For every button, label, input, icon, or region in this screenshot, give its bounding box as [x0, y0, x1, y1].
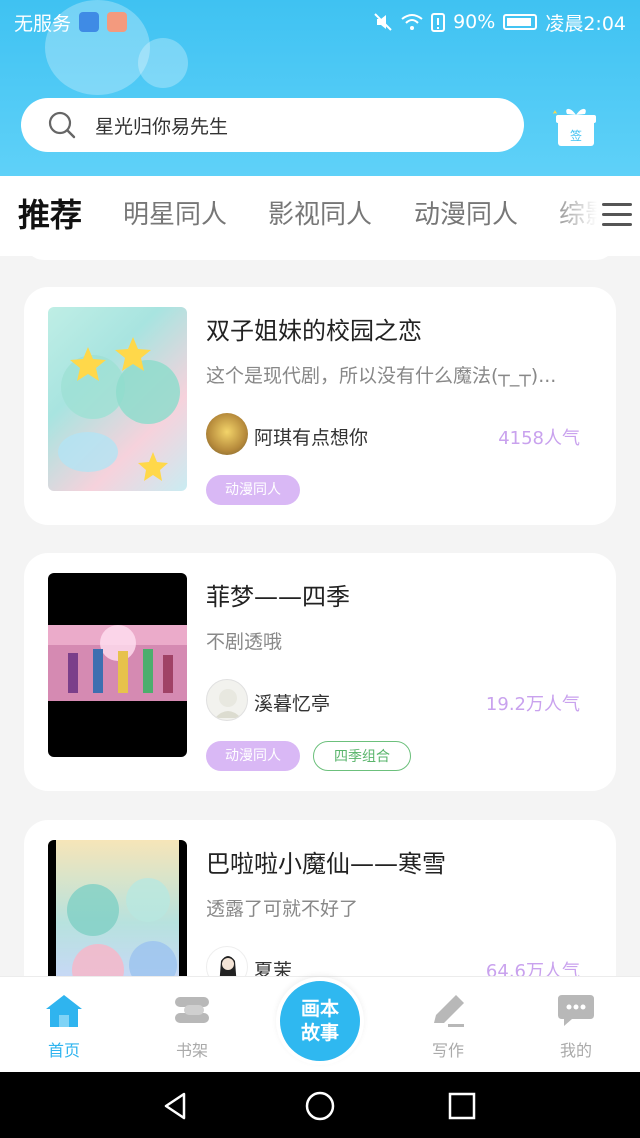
search-bar[interactable]: 星光归你易先生 [21, 98, 524, 152]
pencil-icon [434, 995, 464, 1027]
story-card[interactable]: 菲梦——四季 不剧透哦 溪暮忆亭 19.2万人气 动漫同人 四季组合 [24, 553, 616, 791]
story-description: 透露了可就不好了 [206, 898, 359, 920]
story-title: 菲梦——四季 [206, 583, 350, 611]
nav-bookshelf[interactable]: 书架 [152, 977, 232, 1073]
center-button-line1: 画本 [300, 998, 339, 1020]
nav-write[interactable]: 写作 [408, 977, 488, 1073]
recents-icon[interactable] [446, 1090, 478, 1122]
story-cover-image [48, 307, 187, 491]
author-name[interactable]: 溪暮忆亭 [254, 689, 330, 716]
gift-badge-text: 签 [570, 128, 582, 143]
story-card[interactable]: 双子姐妹的校园之恋 这个是现代剧，所以没有什么魔法(┬_┬)... 阿琪有点想你… [24, 287, 616, 525]
tab-film-fanfic[interactable]: 影视同人 [268, 194, 372, 231]
picture-story-button[interactable]: 画本 故事 [276, 977, 364, 1065]
decor-bubble [138, 38, 188, 88]
nav-home-label: 首页 [47, 1041, 80, 1060]
battery-icon [503, 14, 538, 30]
header: 无服务 90% 凌晨2:04 星光归你易先生 签 [0, 0, 640, 176]
back-icon[interactable] [160, 1090, 192, 1122]
app-icon [107, 12, 128, 32]
story-title: 双子姐妹的校园之恋 [206, 317, 422, 345]
carrier-text: 无服务 [14, 12, 72, 35]
center-button-line2: 故事 [300, 1022, 339, 1044]
home-circle-icon[interactable] [304, 1090, 336, 1122]
shield-icon [79, 12, 100, 32]
bookshelf-icon [175, 997, 209, 1023]
author-avatar[interactable] [206, 413, 248, 455]
nav-bookshelf-label: 书架 [175, 1041, 208, 1060]
wifi-icon [401, 14, 423, 30]
search-placeholder: 星光归你易先生 [95, 115, 229, 138]
battery-percent: 90% [453, 11, 496, 33]
nav-write-label: 写作 [431, 1041, 464, 1060]
story-cover-image [48, 573, 187, 757]
tab-anime-fanfic[interactable]: 动漫同人 [414, 194, 518, 231]
popularity-count: 19.2万人气 [485, 694, 580, 715]
tag-four-seasons[interactable]: 四季组合 [313, 741, 411, 771]
alert-battery-icon [431, 13, 446, 32]
nav-mine-label: 我的 [559, 1041, 592, 1060]
home-icon [46, 995, 82, 1027]
story-title: 巴啦啦小魔仙——寒雪 [206, 850, 446, 878]
tag-anime-fanfic[interactable]: 动漫同人 [206, 475, 300, 505]
author-avatar[interactable] [206, 679, 248, 721]
story-description: 这个是现代剧，所以没有什么魔法(┬_┬)... [206, 365, 557, 387]
author-name[interactable]: 阿琪有点想你 [254, 423, 368, 450]
chat-bubble-icon [558, 995, 594, 1026]
previous-card-edge [24, 238, 616, 260]
category-menu-icon[interactable] [600, 200, 634, 230]
clock: 凌晨2:04 [545, 12, 626, 35]
tab-star-fanfic[interactable]: 明星同人 [123, 194, 227, 231]
status-bar: 无服务 90% 凌晨2:04 [0, 0, 640, 44]
tab-recommend[interactable]: 推荐 [18, 190, 82, 236]
sign-in-gift-icon[interactable]: 签 [552, 104, 598, 148]
story-description: 不剧透哦 [206, 631, 283, 653]
system-nav-bar [0, 1072, 640, 1138]
nav-home[interactable]: 首页 [24, 977, 104, 1073]
popularity-count: 4158人气 [498, 428, 580, 449]
tag-anime-fanfic[interactable]: 动漫同人 [206, 741, 300, 771]
mute-icon [374, 13, 392, 31]
search-icon [48, 111, 76, 139]
nav-mine[interactable]: 我的 [536, 977, 616, 1073]
